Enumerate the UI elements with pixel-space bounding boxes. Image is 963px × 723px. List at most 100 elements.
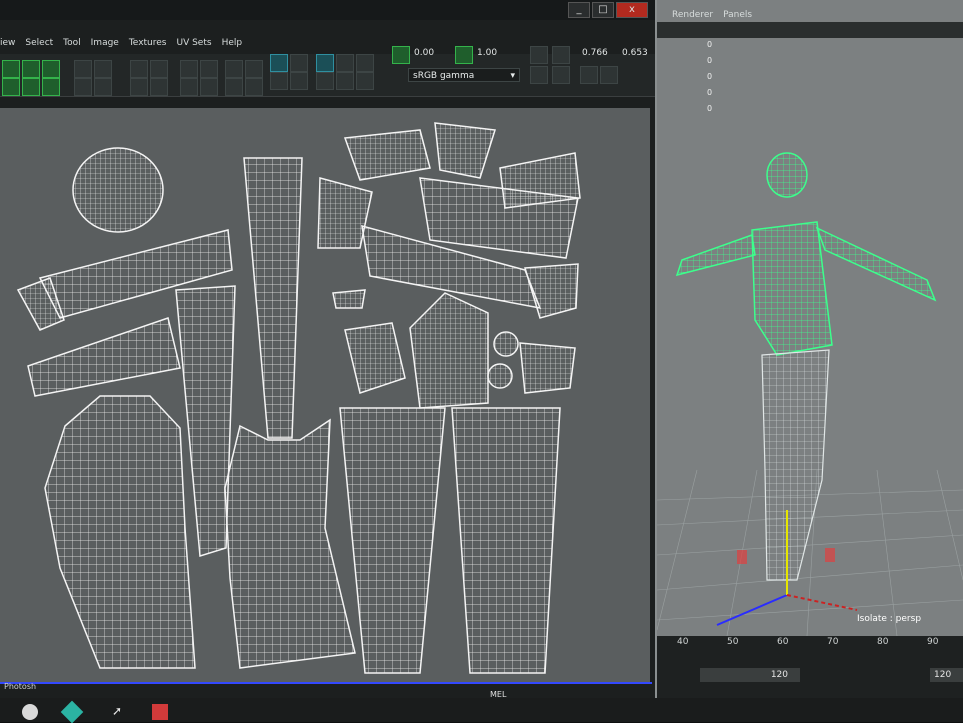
rotate-ccw-icon[interactable]	[94, 78, 112, 96]
timeline-tick: 80	[877, 637, 889, 647]
uv-shell-leg-left[interactable]	[339, 407, 446, 674]
uv-tool-icon[interactable]	[42, 60, 60, 78]
menu-renderer[interactable]: Renderer	[672, 10, 713, 20]
uv-shell-pelvis[interactable]	[344, 322, 406, 394]
clipboard-icon[interactable]	[580, 66, 598, 84]
timeline[interactable]	[657, 636, 963, 698]
uv-shell-head[interactable]	[72, 147, 164, 233]
align-icon[interactable]	[150, 78, 168, 96]
uv-shells	[16, 122, 581, 674]
cut-icon[interactable]	[74, 60, 92, 78]
menu-view[interactable]: iew	[0, 38, 15, 52]
close-button[interactable]: x	[616, 2, 648, 18]
stack-icon[interactable]	[225, 78, 243, 96]
character-model[interactable]	[657, 140, 963, 636]
exposure-value[interactable]: 0.00	[414, 48, 434, 58]
menu-tool[interactable]: Tool	[63, 38, 80, 52]
viewport-menubar: Renderer Panels	[672, 10, 752, 20]
menu-panels[interactable]: Panels	[723, 10, 752, 20]
isolate-select-icon[interactable]	[270, 54, 288, 72]
gamma-icon[interactable]	[455, 46, 473, 64]
texture-icon[interactable]	[270, 72, 288, 90]
toggle-icon[interactable]	[530, 46, 548, 64]
uv-shell-torso-back[interactable]	[224, 418, 356, 669]
menu-image[interactable]: Image	[91, 38, 119, 52]
coord-u-value[interactable]: 0.766	[582, 48, 608, 58]
layout-icon[interactable]	[150, 60, 168, 78]
uv-tool-icon[interactable]	[22, 78, 40, 96]
maximize-button[interactable]: □	[592, 2, 614, 18]
distribute-icon[interactable]	[130, 78, 148, 96]
timeline-tick: 60	[777, 637, 789, 647]
shading-icon[interactable]	[290, 72, 308, 90]
uv-tool-icon[interactable]	[42, 78, 60, 96]
minimize-button[interactable]: _	[568, 2, 590, 18]
camera-label: Isolate : persp	[857, 614, 922, 624]
axis-gizmo	[716, 510, 858, 626]
app-red-icon[interactable]	[152, 704, 168, 720]
wireframe-icon[interactable]	[336, 54, 354, 72]
snap-icon[interactable]	[225, 60, 243, 78]
menu-textures[interactable]: Textures	[129, 38, 167, 52]
chrome-icon[interactable]	[22, 704, 38, 720]
align-right-icon[interactable]	[200, 60, 218, 78]
timeline-tick: 70	[827, 637, 839, 647]
photoshop-tab[interactable]: Photosh	[4, 682, 36, 691]
uv-editor-titlebar[interactable]	[0, 0, 655, 20]
uv-tool-icon[interactable]	[2, 60, 20, 78]
uv-shell-forearm[interactable]	[27, 317, 181, 397]
range-end-field-2[interactable]: 120	[930, 668, 963, 682]
uv-shell-hand[interactable]	[343, 122, 496, 181]
unfold-icon[interactable]	[245, 60, 263, 78]
rotate-icon[interactable]	[74, 78, 92, 96]
share-icon[interactable]: ➚	[112, 704, 128, 720]
timeline-tick: 40	[677, 637, 689, 647]
align-bottom-icon[interactable]	[200, 78, 218, 96]
align-left-icon[interactable]	[180, 60, 198, 78]
alpha-icon[interactable]	[336, 72, 354, 90]
exposure-icon[interactable]	[392, 46, 410, 64]
gamma-value[interactable]: 1.00	[477, 48, 497, 58]
hud-value: 0	[707, 40, 713, 49]
layers-icon[interactable]	[600, 66, 618, 84]
hud-value: 0	[707, 72, 713, 81]
minimize-icon: _	[576, 4, 582, 15]
color-space-label: sRGB gamma	[413, 71, 475, 81]
menu-uv-sets[interactable]: UV Sets	[176, 38, 211, 52]
hud-values: 0 0 0 0 0	[707, 40, 712, 120]
copy-icon[interactable]	[530, 66, 548, 84]
uv-shell-torso-front[interactable]	[44, 395, 196, 669]
coord-v-value[interactable]: 0.653	[622, 48, 648, 58]
uv-shell-leg-right[interactable]	[451, 407, 561, 674]
color-space-dropdown[interactable]: sRGB gamma ▾	[408, 68, 520, 82]
uv-shell-spine[interactable]	[243, 157, 303, 439]
grid-display-icon[interactable]	[316, 54, 334, 72]
rgb-icon[interactable]	[356, 54, 374, 72]
maximize-icon: □	[598, 4, 608, 15]
checker-icon[interactable]	[316, 72, 334, 90]
menu-help[interactable]: Help	[222, 38, 243, 52]
hud-value: 0	[707, 104, 713, 113]
uv-shell-foot[interactable]	[487, 331, 576, 394]
menu-select[interactable]: Select	[25, 38, 53, 52]
timeline-tick: 90	[927, 637, 939, 647]
uv-shell-hip[interactable]	[409, 292, 489, 409]
uv-tool-icon[interactable]	[22, 60, 40, 78]
uv-editor-menubar: iew Select Tool Image Textures UV Sets H…	[0, 38, 242, 52]
grid-icon[interactable]	[130, 60, 148, 78]
range-end-field[interactable]: 120	[700, 668, 800, 682]
orient-icon[interactable]	[245, 78, 263, 96]
chevron-down-icon: ▾	[510, 71, 515, 81]
character-body[interactable]	[675, 152, 937, 581]
uv-editor-statusbar	[0, 682, 652, 684]
sew-icon[interactable]	[94, 60, 112, 78]
pixel-icon[interactable]	[552, 46, 570, 64]
uv-tool-icon[interactable]	[2, 78, 20, 96]
hud-value: 0	[707, 56, 713, 65]
color-icon[interactable]	[356, 72, 374, 90]
align-top-icon[interactable]	[180, 78, 198, 96]
paste-icon[interactable]	[552, 66, 570, 84]
uv-shell-collar[interactable]	[332, 289, 366, 309]
hud-value: 0	[707, 88, 713, 97]
cross-icon[interactable]	[290, 54, 308, 72]
